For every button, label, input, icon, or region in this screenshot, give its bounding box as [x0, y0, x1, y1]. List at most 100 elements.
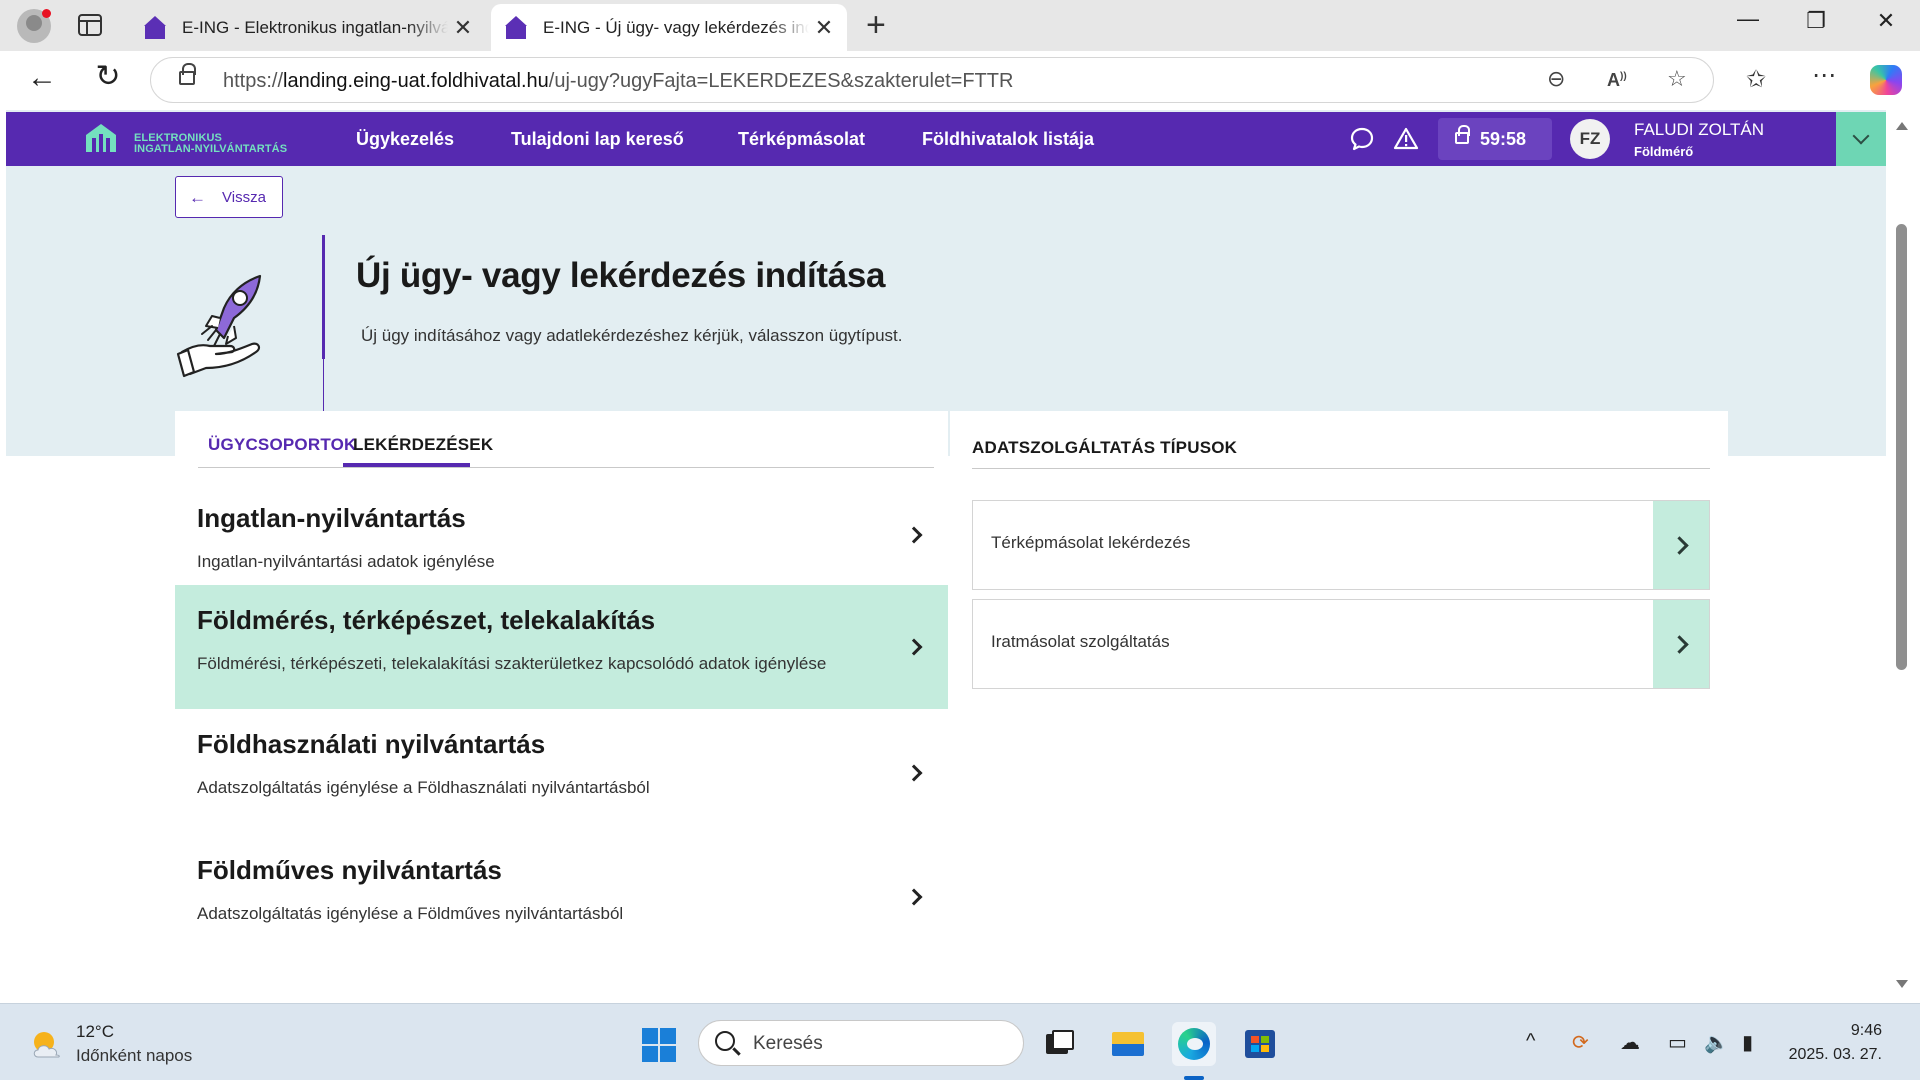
category-card: ÜGYCSOPORTOK LEKÉRDEZÉSEK Ingatlan-nyilv… — [175, 411, 948, 1003]
weather-partly-sunny-icon[interactable] — [30, 1029, 64, 1059]
tab-title: E-ING - Elektronikus ingatlan-nyilvántar… — [182, 17, 448, 37]
avatar[interactable]: FZ — [1570, 119, 1610, 159]
scrollbar-thumb[interactable] — [1896, 224, 1907, 670]
category-desc: Földmérési, térképészeti, telekalakítási… — [197, 654, 827, 673]
file-explorer-icon[interactable] — [1106, 1022, 1150, 1066]
tab-actions-icon[interactable] — [78, 14, 102, 36]
nav-ugykezeles[interactable]: Ügykezelés — [356, 129, 454, 150]
chevron-up-icon[interactable]: ^ — [1526, 1030, 1535, 1053]
chevron-right-icon — [905, 888, 923, 906]
more-icon[interactable]: ⋯ — [1812, 61, 1836, 90]
site-favicon-icon — [144, 15, 168, 40]
category-desc: Adatszolgáltatás igénylése a Földhasznál… — [197, 778, 650, 797]
copilot-icon[interactable] — [1870, 65, 1902, 95]
page-scrollbar[interactable] — [1886, 110, 1920, 1003]
restore-icon[interactable]: ❐ — [1796, 8, 1836, 34]
user-name[interactable]: FALUDI ZOLTÁN — [1634, 120, 1764, 140]
tab-title: E-ING - Új ügy- vagy lekérdezés indítása — [543, 17, 809, 37]
divider — [972, 468, 1710, 469]
browser-tab-bar: E-ING - Elektronikus ingatlan-nyilvántar… — [0, 0, 1920, 51]
service-label: Térképmásolat lekérdezés — [991, 533, 1191, 552]
scroll-down-icon[interactable] — [1896, 980, 1908, 988]
nav-terkepmasolat[interactable]: Térképmásolat — [738, 129, 865, 150]
logo-house-icon[interactable] — [85, 123, 117, 153]
scroll-up-icon[interactable] — [1896, 122, 1908, 130]
active-app-indicator — [1184, 1076, 1204, 1080]
close-window-icon[interactable]: ✕ — [1866, 8, 1906, 34]
back-icon[interactable]: ← — [22, 61, 62, 95]
active-tab-indicator — [343, 463, 470, 467]
category-title: Földmérés, térképészet, telekalakítás — [197, 605, 656, 635]
weather-temperature[interactable]: 12°C — [76, 1022, 114, 1042]
clock-time[interactable]: 9:46 — [1851, 1022, 1882, 1040]
volume-icon[interactable]: 🔈 — [1704, 1030, 1729, 1055]
category-title: Ingatlan-nyilvántartás — [197, 503, 466, 533]
category-foldhasznalati[interactable]: Földhasználati nyilvántartás Adatszolgál… — [175, 709, 948, 833]
chevron-right-icon[interactable] — [1653, 501, 1709, 589]
user-role: Földmérő — [1634, 144, 1694, 159]
service-terkepmasolat-lekerdezes[interactable]: Térképmásolat lekérdezés — [972, 500, 1710, 590]
tab-lekerdezesek[interactable]: LEKÉRDEZÉSEK — [353, 435, 493, 455]
logo-text[interactable]: ELEKTRONIKUS INGATLAN-NYILVÁNTARTÁS — [134, 133, 287, 155]
tab-ugycsoportok[interactable]: ÜGYCSOPORTOK — [208, 435, 357, 455]
network-icon[interactable]: ▭ — [1668, 1030, 1687, 1055]
sync-icon[interactable]: ⟳ — [1572, 1030, 1589, 1055]
chevron-right-icon — [905, 764, 923, 782]
chat-icon[interactable] — [1349, 126, 1375, 152]
zoom-out-icon[interactable]: ⊖ — [1547, 66, 1565, 92]
service-iratmasolat-szolgaltatas[interactable]: Iratmásolat szolgáltatás — [972, 599, 1710, 689]
session-timer[interactable]: 59:58 — [1438, 118, 1552, 160]
favorite-icon[interactable]: ☆ — [1667, 66, 1687, 92]
refresh-icon[interactable]: ↻ — [88, 59, 128, 94]
logo-line2: INGATLAN-NYILVÁNTARTÁS — [134, 143, 288, 155]
chevron-right-icon — [905, 638, 923, 656]
address-bar: ← ↻ https://landing.eing-uat.foldhivatal… — [0, 51, 1920, 110]
category-desc: Ingatlan-nyilvántartási adatok igénylése — [197, 552, 495, 571]
microsoft-store-icon[interactable] — [1238, 1022, 1282, 1066]
lock-icon[interactable] — [179, 63, 196, 85]
browser-tab-1[interactable]: E-ING - Elektronikus ingatlan-nyilvántar… — [130, 4, 486, 51]
edge-browser-icon[interactable] — [1172, 1022, 1216, 1066]
category-tabs: ÜGYCSOPORTOK LEKÉRDEZÉSEK — [198, 411, 934, 468]
chevron-right-icon — [905, 526, 923, 544]
clock-date[interactable]: 2025. 03. 27. — [1789, 1046, 1882, 1064]
category-ingatlan-nyilvantartas[interactable]: Ingatlan-nyilvántartás Ingatlan-nyilvánt… — [175, 469, 948, 585]
minimize-icon[interactable]: — — [1728, 6, 1768, 32]
url-text: https://landing.eing-uat.foldhivatal.hu/… — [223, 70, 1014, 92]
task-view-icon[interactable] — [1036, 1022, 1080, 1066]
page-title: Új ügy- vagy lekérdezés indítása — [356, 256, 886, 295]
rocket-hand-icon — [176, 274, 262, 378]
nav-tulajdoni-lap-kereso[interactable]: Tulajdoni lap kereső — [511, 129, 684, 150]
site-header: ELEKTRONIKUS INGATLAN-NYILVÁNTARTÁS Ügyk… — [6, 112, 1886, 166]
timer-value: 59:58 — [1480, 129, 1527, 149]
taskbar-search[interactable]: Keresés — [698, 1020, 1024, 1066]
site-favicon-icon — [505, 15, 529, 40]
close-icon[interactable]: ✕ — [448, 15, 478, 41]
search-icon — [715, 1031, 735, 1051]
title-accent-line — [322, 235, 325, 359]
onedrive-icon[interactable]: ☁ — [1620, 1030, 1640, 1055]
service-types-card: ADATSZOLGÁLTATÁS TÍPUSOK Térképmásolat l… — [950, 411, 1728, 1003]
nav-foldhivatalok-listaja[interactable]: Földhivatalok listája — [922, 129, 1094, 150]
service-types-heading: ADATSZOLGÁLTATÁS TÍPUSOK — [972, 438, 1238, 457]
page-subtitle: Új ügy indításához vagy adatlekérdezéshe… — [361, 326, 903, 345]
browser-tab-2[interactable]: E-ING - Új ügy- vagy lekérdezés indítása… — [491, 4, 847, 51]
read-aloud-icon[interactable]: A)) — [1607, 70, 1627, 91]
service-label: Iratmásolat szolgáltatás — [991, 632, 1170, 651]
warning-icon[interactable] — [1393, 126, 1419, 152]
weather-description[interactable]: Időnként napos — [76, 1046, 192, 1066]
battery-icon[interactable]: ▮ — [1742, 1030, 1753, 1055]
chevron-right-icon[interactable] — [1653, 600, 1709, 688]
favorites-icon[interactable]: ✩ — [1746, 65, 1766, 94]
user-menu-chevron-down-icon[interactable] — [1836, 112, 1886, 166]
url-field[interactable]: https://landing.eing-uat.foldhivatal.hu/… — [150, 57, 1714, 103]
category-foldmeres[interactable]: Földmérés, térképészet, telekalakítás Fö… — [175, 585, 948, 709]
windows-start-icon[interactable] — [642, 1028, 676, 1062]
back-button[interactable]: ← Vissza — [175, 176, 283, 218]
close-icon[interactable]: ✕ — [809, 15, 839, 41]
back-label: Vissza — [222, 189, 266, 206]
new-tab-icon[interactable]: + — [866, 6, 886, 45]
category-foldmuves[interactable]: Földműves nyilvántartás Adatszolgáltatás… — [175, 833, 948, 957]
category-title: Földműves nyilvántartás — [197, 855, 502, 885]
category-desc: Adatszolgáltatás igénylése a Földműves n… — [197, 904, 624, 923]
